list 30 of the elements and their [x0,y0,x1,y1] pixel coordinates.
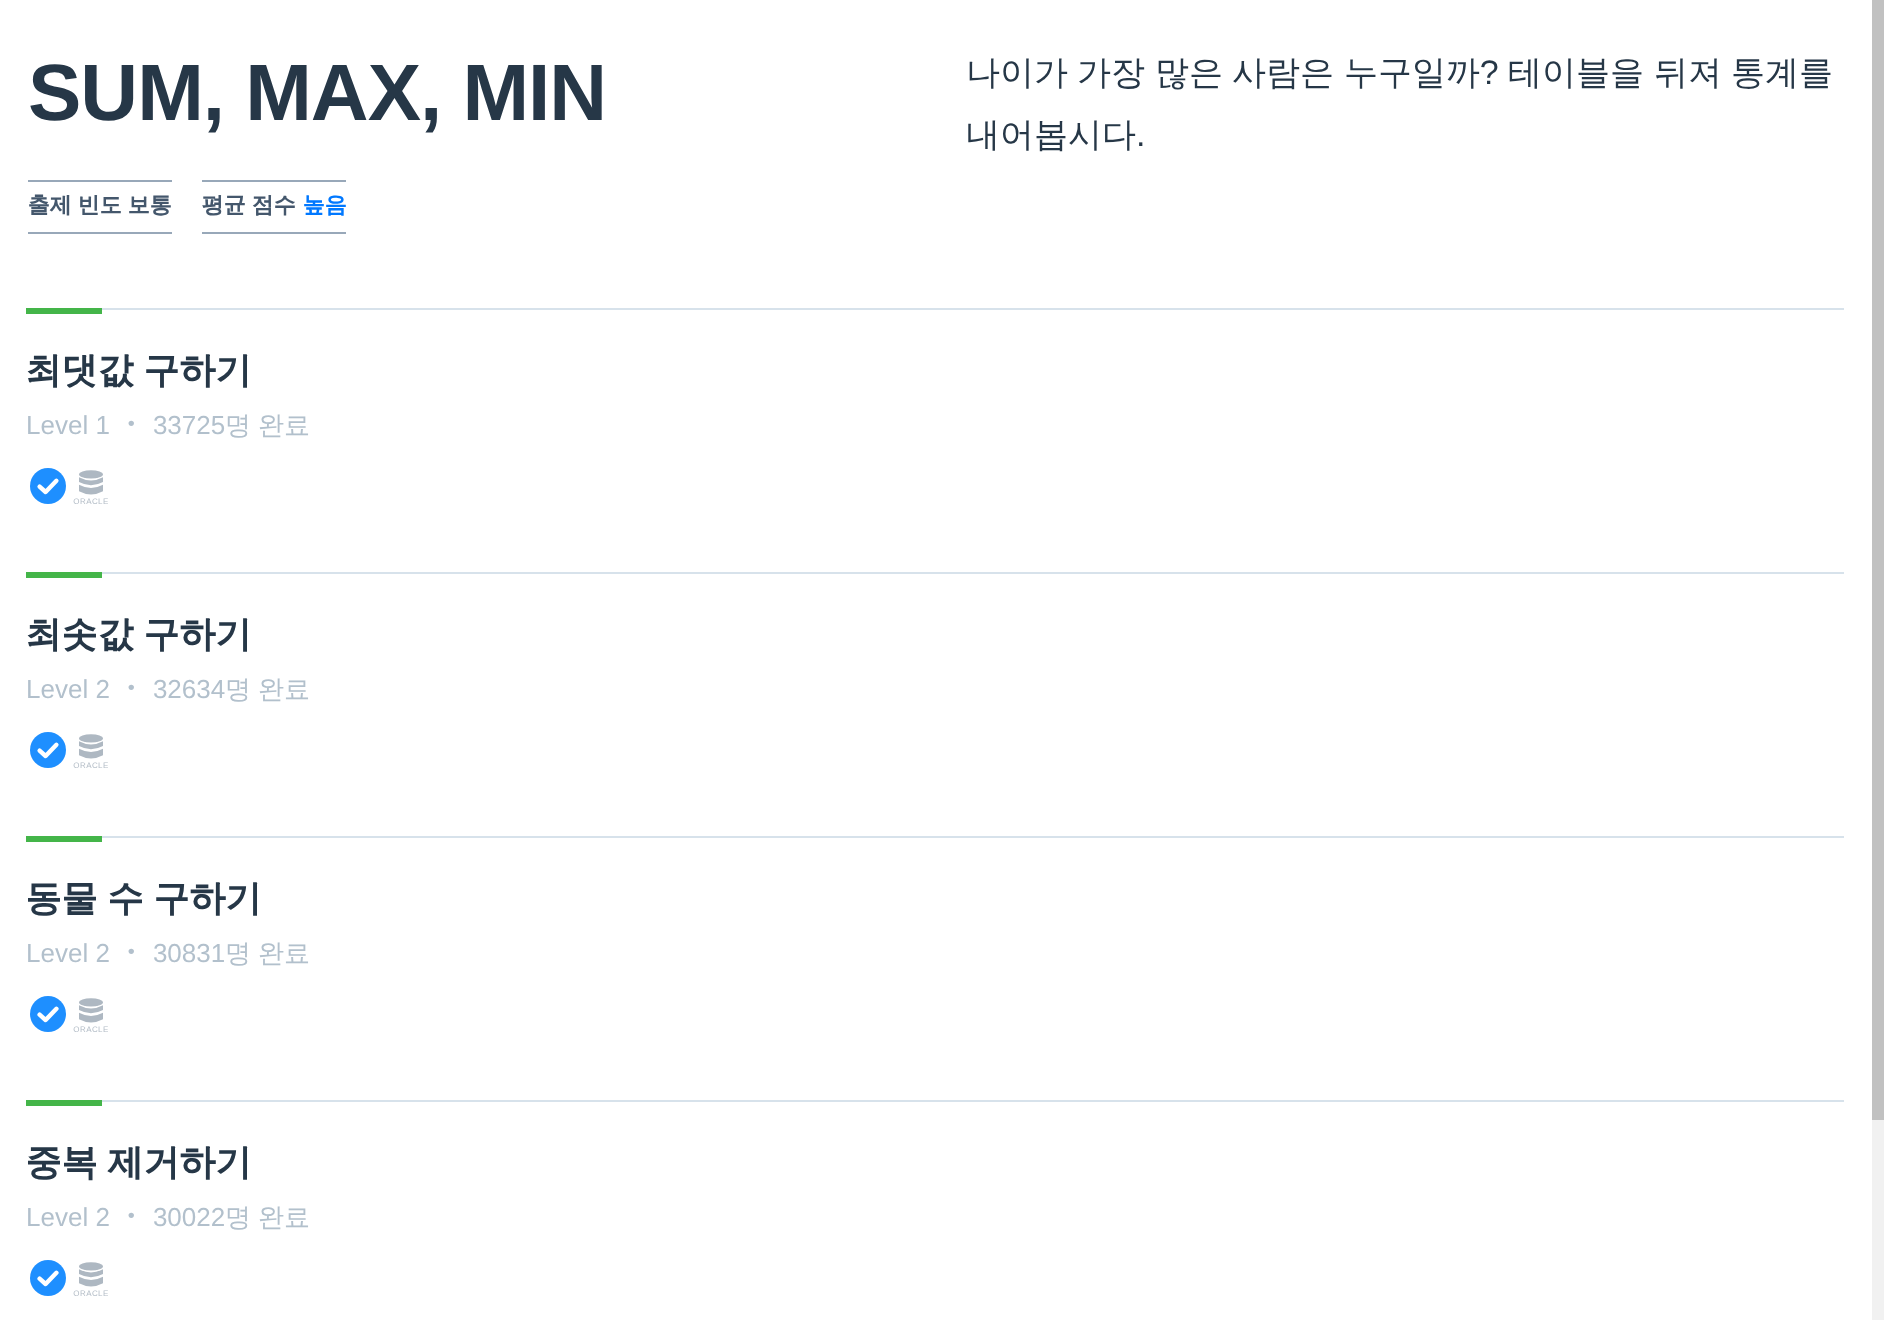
completion-count: 30022명 완료 [152,1202,311,1234]
database-icon [78,470,104,496]
separator-dot: • [127,1204,135,1232]
stat-label: 출제 빈도 보통 [28,180,173,234]
accent-line [26,308,102,314]
separator-dot: • [127,412,135,440]
accent-line [26,572,102,578]
database-icon [78,998,104,1024]
accent-line [26,836,102,842]
level-text: Level 1 [26,410,110,442]
problem-title[interactable]: 동물 수 구하기 [26,872,263,924]
database-icon [78,1262,104,1288]
database-icon [78,734,104,760]
level-text: Level 2 [26,674,110,706]
page-title: SUM, MAX, MIN [28,48,609,142]
separator-dot: • [127,940,135,968]
stat-label: 평균 점수 높음 [202,180,347,234]
problem-title[interactable]: 중복 제거하기 [26,1136,253,1188]
level-text: Level 2 [26,938,110,970]
completion-count: 33725명 완료 [152,410,311,442]
completion-count: 32634명 완료 [152,674,311,706]
completion-count: 30831명 완료 [152,938,311,970]
scrollbar[interactable] [1872,0,1884,1320]
problem-title[interactable]: 최댓값 구하기 [26,344,253,396]
description-text: 나이가 가장 많은 사람은 누구일까? 테이블을 뒤져 통계를 내어봅시다. [966,52,1836,158]
scrollbar-thumb[interactable] [1872,0,1884,1120]
problem-title[interactable]: 최솟값 구하기 [26,608,253,660]
accent-line [26,1100,102,1106]
separator-dot: • [127,676,135,704]
level-text: Level 2 [26,1202,110,1234]
